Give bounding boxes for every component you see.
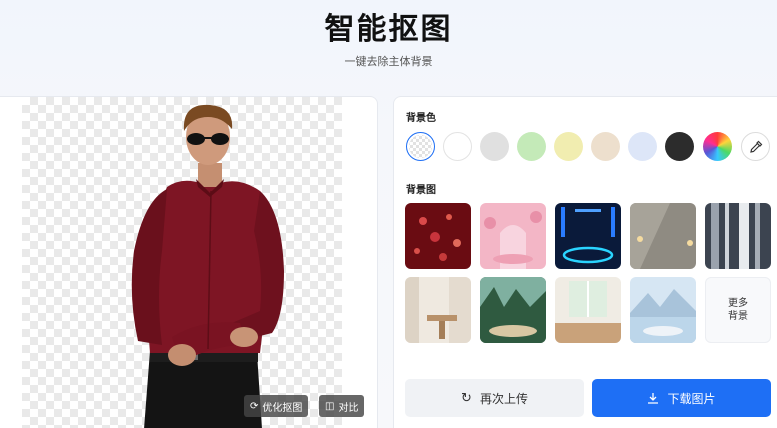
- download-label: 下载图片: [667, 391, 716, 406]
- color-swatch-beige[interactable]: [591, 132, 620, 161]
- page-header: 智能抠图 一键去除主体背景: [0, 0, 777, 96]
- page-title: 智能抠图: [324, 12, 453, 47]
- bg-thumb-curtain-table[interactable]: [405, 277, 471, 343]
- download-icon: [648, 393, 659, 404]
- optimize-cutout-label: 优化抠图: [262, 402, 303, 414]
- bg-thumb-window-table[interactable]: [555, 277, 621, 343]
- more-backgrounds-label-2: 背景: [728, 311, 748, 322]
- bg-thumb-forest-podium[interactable]: [480, 277, 546, 343]
- bg-thumb-blue-neon-stage[interactable]: [555, 203, 621, 269]
- color-picker-button[interactable]: [741, 132, 770, 161]
- reupload-button[interactable]: ↻ 再次上传: [405, 379, 584, 417]
- cutout-subject-image: [131, 104, 284, 428]
- more-backgrounds-button[interactable]: 更多 背景: [705, 277, 771, 343]
- optimize-cutout-button[interactable]: ⟳ 优化抠图: [244, 395, 309, 417]
- page-subtitle: 一键去除主体背景: [344, 55, 433, 68]
- compare-button[interactable]: ◫ 对比: [319, 395, 365, 417]
- preview-card: ⟳ 优化抠图 ◫ 对比: [0, 96, 378, 428]
- compare-icon: ◫: [325, 400, 335, 412]
- color-swatch-transparent[interactable]: [406, 132, 435, 161]
- compare-label: 对比: [338, 402, 359, 414]
- bg-thumb-pink-arch-room[interactable]: [480, 203, 546, 269]
- bg-thumb-mountain-lake-podium[interactable]: [630, 277, 696, 343]
- bg-thumb-metal-stripes[interactable]: [705, 203, 771, 269]
- refresh-icon: ↻: [461, 390, 472, 406]
- refresh-icon: ⟳: [250, 400, 259, 412]
- background-options-panel: 背景色 背景图 更多 背景 ↻ 再次上传 下载图片: [393, 96, 777, 428]
- color-swatch-yellow[interactable]: [554, 132, 583, 161]
- color-swatch-gray[interactable]: [480, 132, 509, 161]
- color-swatch-green[interactable]: [517, 132, 546, 161]
- more-backgrounds-label-1: 更多: [728, 298, 748, 309]
- color-swatch-white[interactable]: [443, 132, 472, 161]
- transparent-canvas: [22, 97, 342, 428]
- color-swatch-black[interactable]: [665, 132, 694, 161]
- bg-color-title: 背景色: [406, 113, 436, 124]
- eyedropper-icon: [749, 140, 762, 153]
- bg-thumb-gray-wall-lamp[interactable]: [630, 203, 696, 269]
- color-wheel-icon[interactable]: [703, 132, 732, 161]
- color-swatch-light-blue[interactable]: [628, 132, 657, 161]
- bg-image-title: 背景图: [406, 185, 436, 196]
- bg-thumb-red-hearts[interactable]: [405, 203, 471, 269]
- download-button[interactable]: 下载图片: [592, 379, 771, 417]
- reupload-label: 再次上传: [479, 391, 528, 406]
